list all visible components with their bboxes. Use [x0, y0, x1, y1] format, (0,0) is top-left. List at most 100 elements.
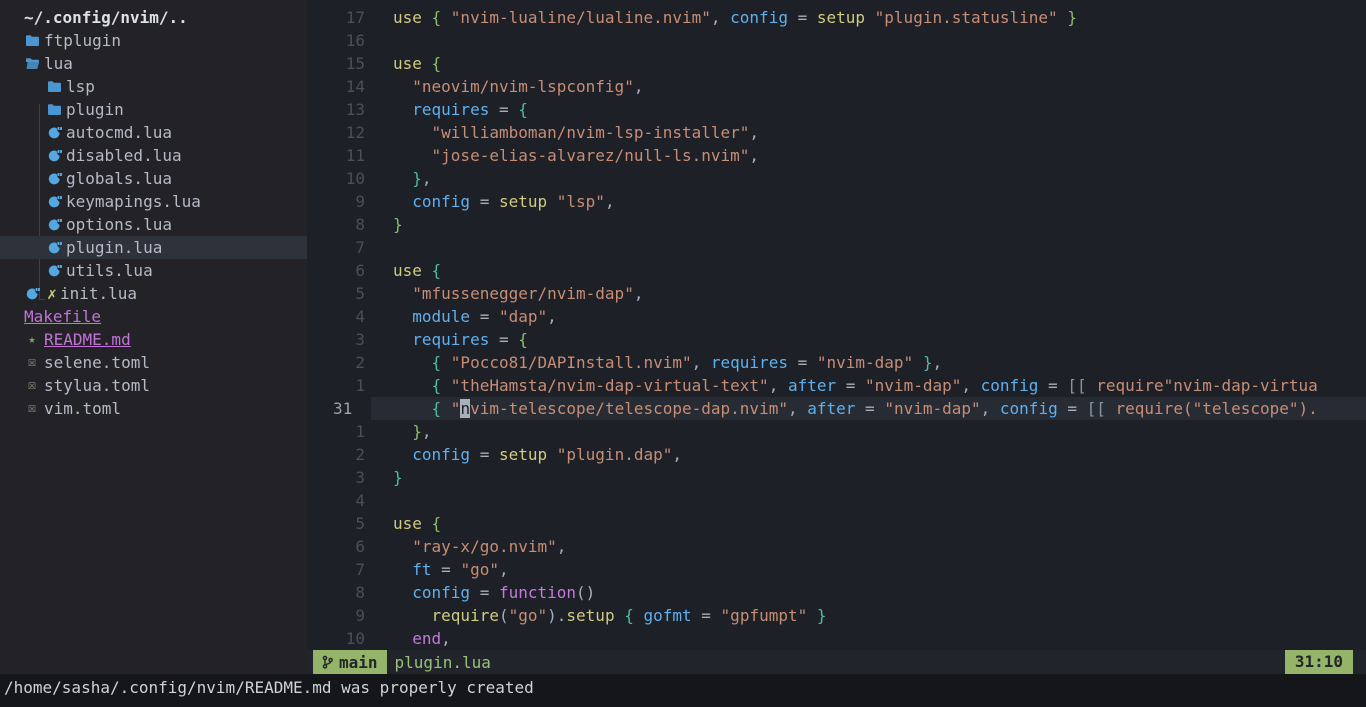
lua-file-icon	[47, 218, 62, 231]
tree-item-ftplugin[interactable]: ftplugin	[0, 29, 307, 52]
tree-item-plugin-lua[interactable]: plugin.lua	[0, 236, 307, 259]
code-line[interactable]: 7 ft = "go",	[307, 558, 1366, 581]
line-text: }	[393, 213, 403, 236]
code-line[interactable]: 5use {	[307, 512, 1366, 535]
code-line[interactable]: 5 "mfussenegger/nvim-dap",	[307, 282, 1366, 305]
lua-file-icon	[46, 172, 62, 185]
code-line[interactable]: 11 "jose-elias-alvarez/null-ls.nvim",	[307, 144, 1366, 167]
tree-item-init-lua[interactable]: ✗init.lua	[0, 282, 307, 305]
tree-item-lsp[interactable]: lsp	[0, 75, 307, 98]
line-number: 6	[307, 259, 365, 282]
tree-item-disabled-lua[interactable]: disabled.lua	[0, 144, 307, 167]
tree-item-Makefile[interactable]: Makefile	[0, 305, 307, 328]
code-line[interactable]: 16	[307, 29, 1366, 52]
tree-item-globals-lua[interactable]: globals.lua	[0, 167, 307, 190]
lua-file-icon	[46, 241, 62, 254]
line-number: 3	[307, 328, 365, 351]
line-number: 17	[307, 6, 365, 29]
line-number: 15	[307, 52, 365, 75]
toml-file-icon: ☒	[24, 351, 40, 374]
lua-file-icon	[47, 195, 62, 208]
tree-item-stylua-toml[interactable]: ☒stylua.toml	[0, 374, 307, 397]
code-line[interactable]: 2 config = setup "plugin.dap",	[307, 443, 1366, 466]
code-line[interactable]: 9 config = setup "lsp",	[307, 190, 1366, 213]
line-text: use {	[393, 512, 441, 535]
line-text: "mfussenegger/nvim-dap",	[393, 282, 643, 305]
code-line[interactable]: 1 { "theHamsta/nvim-dap-virtual-text", a…	[307, 374, 1366, 397]
line-text: "neovim/nvim-lspconfig",	[393, 75, 643, 98]
line-number: 16	[307, 29, 365, 52]
cursor-block: n	[460, 399, 470, 418]
line-number: 7	[307, 558, 365, 581]
lua-file-icon	[46, 264, 62, 277]
line-text: },	[393, 420, 432, 443]
line-number: 2	[307, 351, 365, 374]
folder-closed-icon	[46, 103, 62, 116]
tree-item-vim-toml[interactable]: ☒vim.toml	[0, 397, 307, 420]
line-number: 9	[307, 190, 365, 213]
lua-file-icon	[46, 126, 62, 139]
tree-item-keymapings-lua[interactable]: keymapings.lua	[0, 190, 307, 213]
file-name: vim.toml	[44, 397, 121, 420]
file-name: utils.lua	[66, 259, 153, 282]
code-line[interactable]: 6 use {	[307, 259, 1366, 282]
code-line[interactable]: 4	[307, 489, 1366, 512]
git-branch-icon	[322, 655, 333, 669]
folder-closed-icon	[46, 80, 62, 93]
line-number: 2	[307, 443, 365, 466]
tree-item-lua[interactable]: lua	[0, 52, 307, 75]
tree-item-options-lua[interactable]: options.lua	[0, 213, 307, 236]
line-text: }	[393, 466, 403, 489]
code-line[interactable]: 9 require("go").setup { gofmt = "gpfumpt…	[307, 604, 1366, 627]
statusline-filename: plugin.lua	[395, 651, 491, 674]
lua-file-icon	[46, 149, 62, 162]
code-line[interactable]: 3}	[307, 466, 1366, 489]
editor-buffer[interactable]: 17use { "nvim-lualine/lualine.nvim", con…	[307, 0, 1366, 650]
file-name: disabled.lua	[66, 144, 182, 167]
code-line[interactable]: 2 { "Pocco81/DAPInstall.nvim", requires …	[307, 351, 1366, 374]
code-line-current[interactable]: 31 { "nvim-telescope/telescope-dap.nvim"…	[307, 397, 1366, 420]
tree-item-plugin[interactable]: plugin	[0, 98, 307, 121]
line-number: 9	[307, 604, 365, 627]
code-line[interactable]: 4 module = "dap",	[307, 305, 1366, 328]
code-line[interactable]: 1 },	[307, 420, 1366, 443]
code-line[interactable]: 10 },	[307, 167, 1366, 190]
code-line[interactable]: 15use {	[307, 52, 1366, 75]
line-number: 5	[307, 282, 365, 305]
folder-closed-icon	[47, 80, 62, 93]
line-text: { "Pocco81/DAPInstall.nvim", requires = …	[393, 351, 942, 374]
tree-item-selene-toml[interactable]: ☒selene.toml	[0, 351, 307, 374]
lua-file-icon	[47, 126, 62, 139]
code-line[interactable]: 17 use { "nvim-lualine/lualine.nvim", con…	[307, 6, 1366, 29]
code-line[interactable]: 10 end,	[307, 627, 1366, 650]
line-number: 7	[307, 236, 365, 259]
line-number: 6	[307, 535, 365, 558]
file-name: selene.toml	[44, 351, 150, 374]
tree-item-README-md[interactable]: ★README.md	[0, 328, 307, 351]
line-text: requires = {	[393, 328, 528, 351]
code-line[interactable]: 7	[307, 236, 1366, 259]
lua-file-icon	[47, 241, 62, 254]
line-number: 10	[307, 167, 365, 190]
code-line[interactable]: 6 "ray-x/go.nvim",	[307, 535, 1366, 558]
file-name: options.lua	[66, 213, 172, 236]
file-name: Makefile	[24, 305, 101, 328]
code-line[interactable]: 14 "neovim/nvim-lspconfig",	[307, 75, 1366, 98]
lua-file-icon	[46, 195, 62, 208]
code-line[interactable]: 8 config = function()	[307, 581, 1366, 604]
file-name: lsp	[66, 75, 95, 98]
tree-item-utils-lua[interactable]: utils.lua	[0, 259, 307, 282]
line-text: use {	[393, 259, 441, 282]
code-line[interactable]: 12 "williamboman/nvim-lsp-installer",	[307, 121, 1366, 144]
line-text: use { "nvim-lualine/lualine.nvim", confi…	[393, 6, 1077, 29]
code-line[interactable]: 8}	[307, 213, 1366, 236]
lua-file-icon	[47, 149, 62, 162]
line-text: "jose-elias-alvarez/null-ls.nvim",	[393, 144, 759, 167]
line-text: config = setup "plugin.dap",	[393, 443, 682, 466]
code-line[interactable]: 13 requires = {	[307, 98, 1366, 121]
folder-closed-icon	[47, 103, 62, 116]
lua-file-icon	[47, 172, 62, 185]
code-line[interactable]: 3 requires = {	[307, 328, 1366, 351]
line-number: 1	[307, 420, 365, 443]
tree-item-autocmd-lua[interactable]: autocmd.lua	[0, 121, 307, 144]
